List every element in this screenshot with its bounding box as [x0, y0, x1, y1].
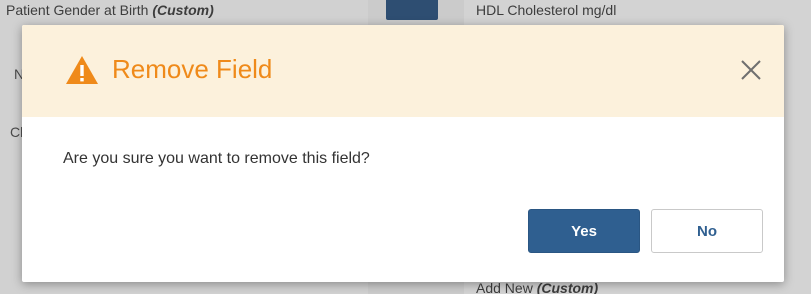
- yes-button-label: Yes: [571, 222, 597, 240]
- warning-icon: [66, 56, 98, 84]
- no-button[interactable]: No: [651, 209, 763, 253]
- yes-button[interactable]: Yes: [528, 209, 640, 253]
- close-icon[interactable]: [736, 55, 766, 85]
- dialog-message: Are you sure you want to remove this fie…: [63, 150, 370, 167]
- background-field-label: Add New (Custom): [476, 280, 599, 294]
- background-field-label: HDL Cholesterol mg/dl: [476, 2, 617, 18]
- no-button-label: No: [697, 222, 717, 240]
- remove-field-dialog: Remove Field Are you sure you want to re…: [22, 25, 784, 282]
- dialog-header: Remove Field: [22, 25, 784, 117]
- background-button: [386, 0, 438, 20]
- dialog-title: Remove Field: [112, 54, 273, 84]
- background-field-label: Patient Gender at Birth (Custom): [6, 2, 214, 18]
